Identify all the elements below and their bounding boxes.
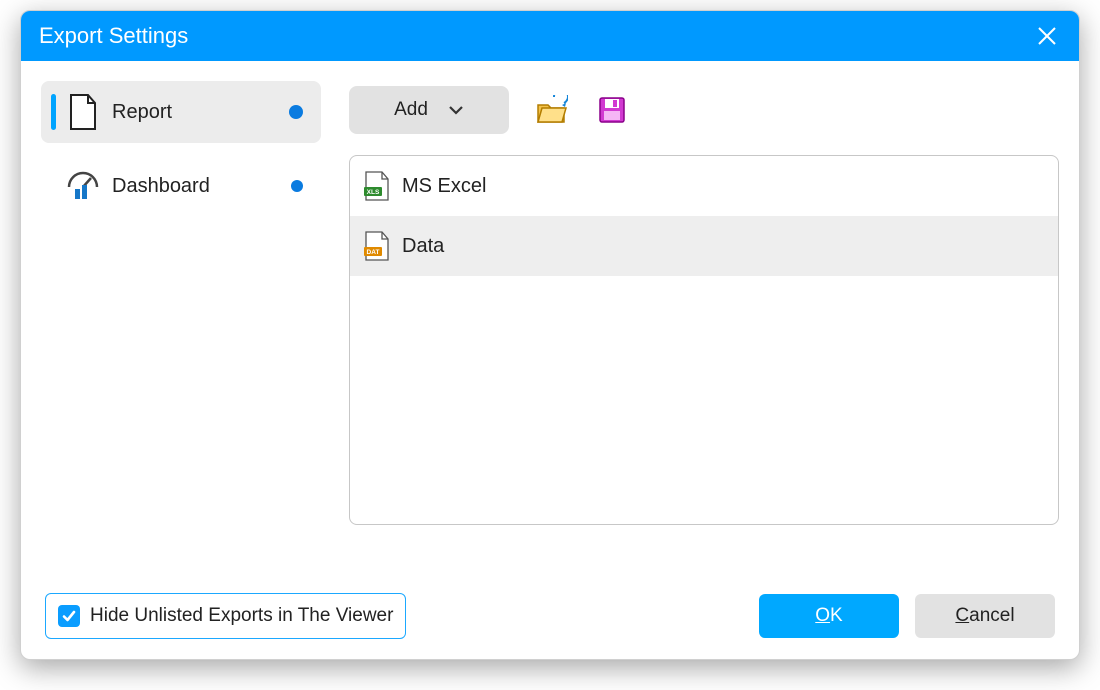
content-area: Add — [349, 81, 1059, 573]
sidebar-item-label: Report — [112, 101, 289, 124]
toolbar: Add — [349, 81, 1059, 139]
ok-button-label: OK — [815, 605, 842, 627]
dialog-footer: Hide Unlisted Exports in The Viewer OK C… — [21, 573, 1079, 659]
titlebar: Export Settings — [21, 11, 1079, 61]
export-list[interactable]: XLS MS Excel DAT Data — [349, 155, 1059, 525]
save-button[interactable] — [595, 93, 629, 127]
list-item-label: MS Excel — [402, 175, 486, 198]
sidebar: Report Dashboard — [41, 81, 321, 573]
list-item-data[interactable]: DAT Data — [350, 216, 1058, 276]
cancel-button-label: Cancel — [955, 605, 1014, 627]
open-folder-button[interactable] — [535, 93, 569, 127]
hide-unlisted-checkbox[interactable]: Hide Unlisted Exports in The Viewer — [45, 593, 406, 639]
open-folder-icon — [536, 95, 568, 125]
xls-file-icon: XLS — [364, 171, 390, 201]
selection-bar-icon — [51, 94, 56, 130]
list-item-label: Data — [402, 235, 444, 258]
chevron-down-icon — [448, 104, 464, 116]
floppy-icon — [598, 96, 626, 124]
checkbox-label: Hide Unlisted Exports in The Viewer — [90, 605, 393, 627]
list-item-ms-excel[interactable]: XLS MS Excel — [350, 156, 1058, 216]
gauge-icon — [62, 165, 104, 207]
window-title: Export Settings — [39, 23, 188, 49]
page-icon — [62, 91, 104, 133]
svg-text:DAT: DAT — [367, 249, 380, 256]
cancel-button[interactable]: Cancel — [915, 594, 1055, 638]
checkmark-icon — [61, 608, 77, 624]
add-button[interactable]: Add — [349, 86, 509, 134]
sidebar-item-label: Dashboard — [112, 175, 291, 198]
dat-file-icon: DAT — [364, 231, 390, 261]
sidebar-item-dashboard[interactable]: Dashboard — [41, 155, 321, 217]
close-button[interactable] — [1033, 22, 1061, 50]
dialog-export-settings: Export Settings Report — [20, 10, 1080, 660]
status-dot-icon — [289, 105, 303, 119]
sidebar-item-report[interactable]: Report — [41, 81, 321, 143]
svg-text:XLS: XLS — [367, 189, 380, 196]
close-icon — [1037, 26, 1057, 46]
add-button-label: Add — [394, 99, 428, 121]
ok-button[interactable]: OK — [759, 594, 899, 638]
checkbox-box — [58, 605, 80, 627]
status-dot-icon — [291, 180, 303, 192]
